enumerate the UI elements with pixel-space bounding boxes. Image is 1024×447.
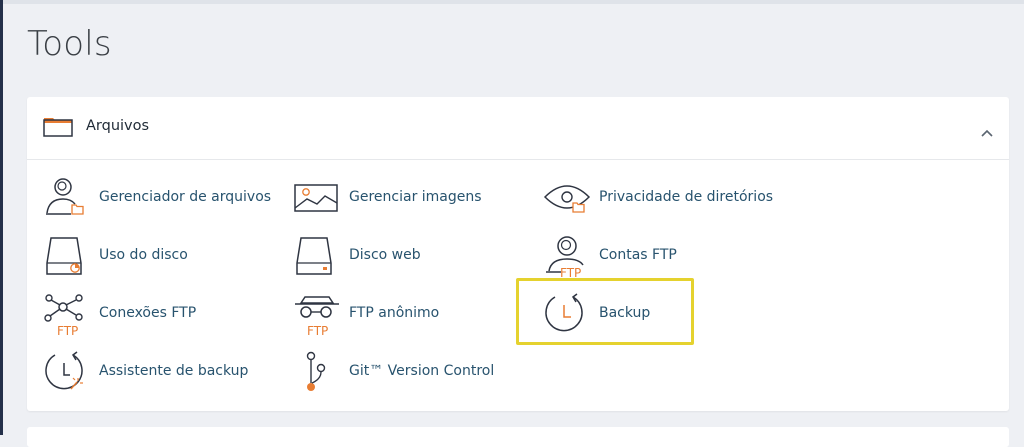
top-strip	[3, 0, 1024, 4]
tool-label: Gerenciador de arquivos	[99, 189, 272, 205]
tool-web-disk[interactable]: Disco web	[293, 235, 493, 279]
tool-ftp-connections[interactable]: FTP Conexões FTP	[43, 293, 243, 337]
tool-label: Contas FTP	[599, 247, 677, 263]
tool-label: Backup	[599, 305, 651, 321]
tool-label: Conexões FTP	[99, 305, 197, 321]
folder-icon	[43, 117, 73, 141]
tool-label: Git™ Version Control	[349, 363, 495, 379]
tool-label: Uso do disco	[99, 247, 188, 263]
tool-backup[interactable]: Backup	[543, 293, 703, 337]
next-section	[27, 427, 1009, 447]
backup-wizard-icon	[45, 351, 83, 390]
arquivos-section: Arquivos Gerenciador de arquivos Gerenci…	[27, 97, 1009, 411]
tool-backup-wizard[interactable]: Assistente de backup	[43, 351, 263, 395]
tool-ftp-accounts[interactable]: FTP Contas FTP	[543, 235, 743, 279]
git-icon	[306, 351, 326, 391]
page-title: Tools	[27, 24, 112, 64]
section-header[interactable]: Arquivos	[27, 97, 1009, 160]
tool-label: FTP anônimo	[349, 305, 440, 321]
tool-directory-privacy[interactable]: Privacidade de diretórios	[543, 177, 793, 221]
tool-label: Assistente de backup	[99, 363, 249, 379]
tool-git-version-control[interactable]: Git™ Version Control	[293, 351, 513, 395]
tool-label: Privacidade de diretórios	[599, 189, 774, 205]
chevron-up-icon[interactable]	[981, 122, 993, 141]
tool-images[interactable]: Gerenciar imagens	[293, 177, 513, 221]
tool-label: Gerenciar imagens	[349, 189, 482, 205]
ftp-icon-text: FTP	[560, 266, 581, 277]
images-icon	[294, 184, 338, 212]
tool-label: Disco web	[349, 247, 421, 263]
tool-anonymous-ftp[interactable]: FTP FTP anônimo	[293, 293, 493, 337]
ftp-icon-text: FTP	[57, 324, 78, 335]
web-disk-icon	[296, 237, 332, 275]
directory-privacy-icon	[543, 185, 591, 213]
left-rail	[0, 0, 3, 435]
disk-usage-icon	[46, 237, 82, 275]
file-manager-icon	[46, 178, 84, 215]
anonymous-ftp-icon: FTP	[295, 296, 339, 335]
section-title: Arquivos	[86, 118, 150, 134]
tool-file-manager[interactable]: Gerenciador de arquivos	[43, 177, 283, 221]
ftp-accounts-icon: FTP	[546, 236, 584, 277]
ftp-connections-icon: FTP	[44, 294, 83, 335]
backup-icon	[545, 293, 583, 332]
ftp-icon-text: FTP	[307, 324, 328, 335]
tool-disk-usage[interactable]: Uso do disco	[43, 235, 243, 279]
